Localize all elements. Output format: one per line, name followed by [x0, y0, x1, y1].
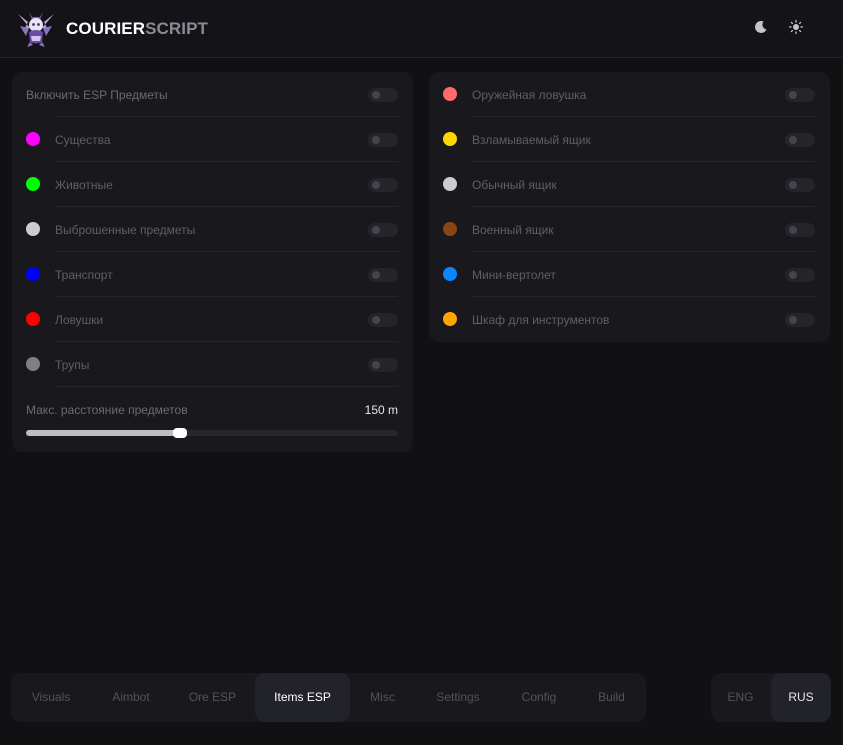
gun-trap-toggle[interactable]	[785, 88, 815, 102]
items-esp-panel-right: Оружейная ловушка Взламываемый ящик Обыч…	[429, 72, 830, 342]
color-dot[interactable]	[26, 177, 40, 191]
main-tab-bar: Visuals Aimbot Ore ESP Items ESP Misc Se…	[11, 673, 646, 722]
brand-part-courier: COURIER	[66, 19, 146, 38]
dropped-items-toggle[interactable]	[368, 223, 398, 237]
item-label: Существа	[55, 133, 111, 147]
color-dot[interactable]	[26, 357, 40, 371]
item-label: Оружейная ловушка	[472, 88, 587, 102]
color-dot[interactable]	[443, 177, 457, 191]
tab-aimbot[interactable]: Aimbot	[91, 673, 171, 722]
item-row-dropped-items: Выброшенные предметы	[26, 207, 398, 252]
color-dot[interactable]	[443, 222, 457, 236]
brand-part-script: SCRIPT	[145, 19, 209, 38]
app-header: COURIERSCRIPT	[0, 0, 843, 58]
item-label: Ловушки	[55, 313, 104, 327]
item-label: Шкаф для инструментов	[472, 313, 610, 327]
normal-crate-toggle[interactable]	[785, 178, 815, 192]
color-dot[interactable]	[443, 87, 457, 101]
item-row-gun-trap: Оружейная ловушка	[443, 72, 815, 117]
item-row-locked-crate: Взламываемый ящик	[443, 117, 815, 162]
item-row-normal-crate: Обычный ящик	[443, 162, 815, 207]
language-switcher: ENG RUS	[711, 673, 831, 722]
items-esp-panel-left: Включить ESP Предметы Существа Животные …	[12, 72, 413, 452]
item-label: Мини-вертолет	[472, 268, 556, 282]
tab-ore-esp[interactable]: Ore ESP	[171, 673, 254, 722]
military-crate-toggle[interactable]	[785, 223, 815, 237]
minicopter-toggle[interactable]	[785, 268, 815, 282]
item-label: Выброшенные предметы	[55, 223, 196, 237]
enable-items-esp-label: Включить ESP Предметы	[26, 88, 168, 102]
lang-eng-button[interactable]: ENG	[711, 673, 770, 722]
corpses-toggle[interactable]	[368, 358, 398, 372]
max-distance-label: Макс. расстояние предметов	[26, 403, 188, 417]
sun-icon[interactable]	[788, 19, 804, 35]
animals-toggle[interactable]	[368, 178, 398, 192]
logo-icon	[18, 12, 54, 47]
item-row-creatures: Существа	[26, 117, 398, 162]
color-dot[interactable]	[443, 312, 457, 326]
max-distance-slider[interactable]	[26, 428, 398, 438]
vehicles-toggle[interactable]	[368, 268, 398, 282]
tab-settings[interactable]: Settings	[415, 673, 501, 722]
item-row-minicopter: Мини-вертолет	[443, 252, 815, 297]
moon-icon[interactable]	[753, 19, 769, 35]
tab-items-esp[interactable]: Items ESP	[255, 673, 350, 722]
item-label: Обычный ящик	[472, 178, 557, 192]
item-label: Военный ящик	[472, 223, 554, 237]
row-divider	[55, 386, 398, 387]
color-dot[interactable]	[443, 132, 457, 146]
item-row-traps: Ловушки	[26, 297, 398, 342]
color-dot[interactable]	[443, 267, 457, 281]
item-label: Трупы	[55, 358, 90, 372]
color-dot[interactable]	[26, 267, 40, 281]
locked-crate-toggle[interactable]	[785, 133, 815, 147]
slider-thumb[interactable]	[173, 428, 187, 438]
tab-config[interactable]: Config	[501, 673, 577, 722]
enable-items-esp-row: Включить ESP Предметы	[26, 72, 398, 117]
max-distance-value: 150 m	[364, 403, 398, 417]
tool-cupboard-toggle[interactable]	[785, 313, 815, 327]
color-dot[interactable]	[26, 132, 40, 146]
item-label: Животные	[55, 178, 113, 192]
slider-fill	[26, 430, 180, 436]
item-row-animals: Животные	[26, 162, 398, 207]
item-label: Транспорт	[55, 268, 113, 282]
tab-misc[interactable]: Misc	[350, 673, 415, 722]
lang-rus-button[interactable]: RUS	[771, 673, 831, 722]
item-label: Взламываемый ящик	[472, 133, 591, 147]
item-row-tool-cupboard: Шкаф для инструментов	[443, 297, 815, 342]
enable-items-esp-toggle[interactable]	[368, 88, 398, 102]
item-row-military-crate: Военный ящик	[443, 207, 815, 252]
traps-toggle[interactable]	[368, 313, 398, 327]
item-row-vehicles: Транспорт	[26, 252, 398, 297]
tab-visuals[interactable]: Visuals	[11, 673, 91, 722]
color-dot[interactable]	[26, 222, 40, 236]
tab-build[interactable]: Build	[577, 673, 646, 722]
brand-title: COURIERSCRIPT	[66, 19, 208, 39]
color-dot[interactable]	[26, 312, 40, 326]
creatures-toggle[interactable]	[368, 133, 398, 147]
item-row-corpses: Трупы	[26, 342, 398, 387]
